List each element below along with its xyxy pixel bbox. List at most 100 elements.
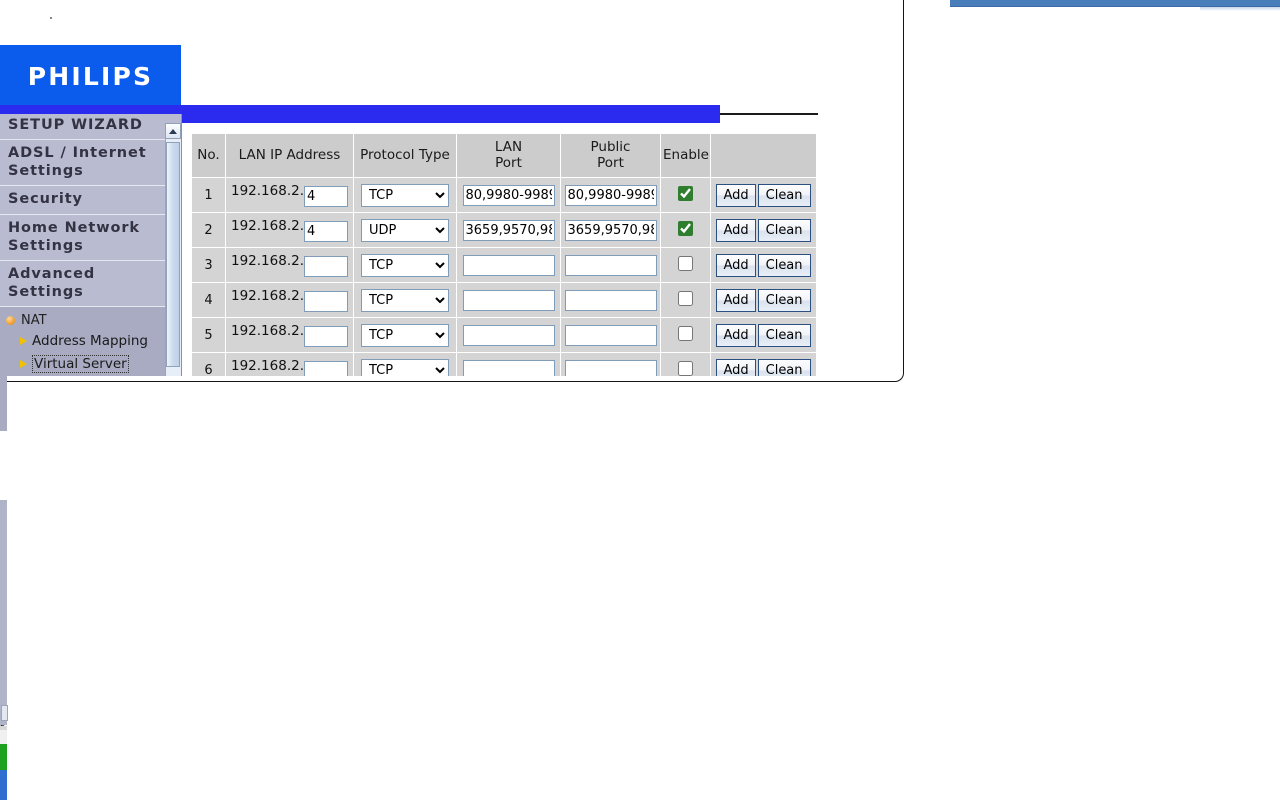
- add-button[interactable]: Add: [716, 288, 756, 312]
- enable-checkbox[interactable]: [678, 325, 693, 341]
- lan-ip-last-octet-input[interactable]: [304, 291, 348, 313]
- public-port-input[interactable]: [564, 324, 657, 346]
- sidebar-item-virtual-server[interactable]: Virtual Server: [0, 352, 181, 376]
- cell-public-port: [560, 317, 661, 354]
- public-port-input[interactable]: [564, 289, 657, 311]
- sidebar-item-security[interactable]: Security: [0, 186, 181, 215]
- lan-port-input[interactable]: [462, 254, 555, 276]
- protocol-type-select[interactable]: TCPUDP: [361, 323, 449, 347]
- cell-lan-ip: 192.168.2.: [225, 317, 354, 354]
- clean-button[interactable]: Clean: [757, 358, 811, 376]
- left-edge-fragment-blue: [0, 770, 7, 800]
- add-button[interactable]: Add: [716, 358, 756, 376]
- left-edge-fragment-d: [0, 730, 7, 744]
- col-header-enable: Enable: [660, 132, 711, 179]
- lan-ip-last-octet-input[interactable]: [304, 326, 348, 348]
- triangle-right-icon: [20, 337, 27, 345]
- table-row: 3 192.168.2. TCPUDP AddClean: [191, 247, 817, 284]
- cell-row-number: 5: [191, 317, 226, 354]
- protocol-type-select[interactable]: TCPUDP: [361, 183, 449, 207]
- lan-port-input[interactable]: [462, 184, 555, 206]
- add-button[interactable]: Add: [716, 253, 756, 277]
- sidebar-item-advanced-settings[interactable]: Advanced Settings: [0, 260, 181, 307]
- col-header-lan-port-line2: Port: [495, 154, 522, 171]
- add-button[interactable]: Add: [716, 218, 756, 242]
- sidebar-item-label: SETUP WIZARD: [8, 117, 143, 133]
- sidebar-item-setup-wizard[interactable]: SETUP WIZARD: [0, 114, 181, 141]
- public-port-input[interactable]: [564, 219, 657, 241]
- main-content-panel: No. LAN IP Address Protocol Type LAN Por…: [182, 123, 818, 376]
- lan-port-input[interactable]: [462, 289, 555, 311]
- lan-ip-last-octet-input[interactable]: [304, 186, 348, 208]
- cell-lan-port: [456, 247, 561, 284]
- cell-lan-port: [456, 317, 561, 354]
- cell-row-number: 4: [191, 282, 226, 319]
- protocol-type-select[interactable]: TCPUDP: [361, 358, 449, 376]
- cell-actions: Add Clean: [710, 317, 817, 354]
- lan-port-input[interactable]: [462, 359, 555, 376]
- clean-button[interactable]: Clean: [757, 218, 811, 242]
- lan-port-input[interactable]: [462, 219, 555, 241]
- add-button[interactable]: Add: [716, 323, 756, 347]
- cell-enable: [660, 212, 711, 249]
- lan-ip-prefix: 192.168.2.: [231, 323, 304, 340]
- cell-lan-port: [456, 352, 561, 376]
- cell-public-port: [560, 247, 661, 284]
- sidebar-item-label: Security: [8, 191, 83, 208]
- lan-ip-prefix: 192.168.2.: [231, 358, 304, 375]
- cell-row-number: 3: [191, 247, 226, 284]
- clean-button[interactable]: Clean: [757, 288, 811, 312]
- table-row: 5 192.168.2. TCPUDP AddClean: [191, 317, 817, 354]
- cell-enable: [660, 247, 711, 284]
- enable-checkbox[interactable]: [678, 185, 693, 201]
- left-edge-fragment-b: [0, 500, 7, 725]
- cell-row-number: 1: [191, 177, 226, 214]
- screen-root: PHILIPS SETUP WIZARD ADSL / Internet Set…: [0, 0, 1280, 800]
- cell-protocol: TCPUDP: [353, 247, 457, 284]
- philips-logo: PHILIPS: [0, 45, 181, 108]
- lan-port-input[interactable]: [462, 324, 555, 346]
- table-header-row: No. LAN IP Address Protocol Type LAN Por…: [191, 132, 817, 179]
- lan-ip-prefix: 192.168.2.: [231, 218, 304, 235]
- sidebar-item-address-mapping[interactable]: Address Mapping: [0, 330, 181, 352]
- col-header-lan-ip: LAN IP Address: [225, 132, 354, 179]
- cell-protocol: TCPUDP: [353, 282, 457, 319]
- cell-public-port: [560, 352, 661, 376]
- protocol-type-select[interactable]: TCPUDP: [361, 288, 449, 312]
- enable-checkbox[interactable]: [678, 290, 693, 306]
- left-edge-taskbar-icon: [1, 705, 8, 721]
- clean-button[interactable]: Clean: [757, 183, 811, 207]
- cell-row-number: 6: [191, 352, 226, 376]
- public-port-input[interactable]: [564, 254, 657, 276]
- clean-button[interactable]: Clean: [757, 253, 811, 277]
- col-header-public-port-line2: Port: [597, 154, 624, 171]
- sidebar-tree-nat: NAT Address Mapping Virtual Server Speci…: [0, 307, 181, 376]
- lan-ip-last-octet-input[interactable]: [304, 361, 348, 376]
- sidebar-item-label: Advanced Settings: [8, 265, 96, 300]
- protocol-type-select[interactable]: TCPUDP: [361, 253, 449, 277]
- dot-artifact: [50, 17, 52, 19]
- sidebar-scroll-up-button[interactable]: [165, 123, 181, 139]
- philips-logo-text: PHILIPS: [27, 62, 154, 91]
- cell-actions: Add Clean: [710, 212, 817, 249]
- enable-checkbox[interactable]: [678, 360, 693, 376]
- cell-actions: Add Clean: [710, 352, 817, 376]
- public-port-input[interactable]: [564, 359, 657, 376]
- public-port-input[interactable]: [564, 184, 657, 206]
- lan-ip-last-octet-input[interactable]: [304, 256, 348, 278]
- sidebar: SETUP WIZARD ADSL / Internet Settings Se…: [0, 114, 182, 376]
- add-button[interactable]: Add: [716, 183, 756, 207]
- lan-ip-last-octet-input[interactable]: [304, 221, 348, 243]
- sidebar-item-adsl-internet-settings[interactable]: ADSL / Internet Settings: [0, 140, 181, 187]
- sidebar-item-home-network-settings[interactable]: Home Network Settings: [0, 214, 181, 261]
- cell-protocol: TCPUDP: [353, 317, 457, 354]
- clean-button[interactable]: Clean: [757, 323, 811, 347]
- cell-row-number: 2: [191, 212, 226, 249]
- sidebar-tree-root-nat[interactable]: NAT: [0, 311, 181, 330]
- sidebar-item-label: Virtual Server: [32, 355, 129, 373]
- sidebar-scrollbar-thumb[interactable]: [166, 142, 180, 367]
- enable-checkbox[interactable]: [678, 255, 693, 271]
- enable-checkbox[interactable]: [678, 220, 693, 236]
- col-header-no: No.: [191, 132, 226, 179]
- protocol-type-select[interactable]: TCPUDP: [361, 218, 449, 242]
